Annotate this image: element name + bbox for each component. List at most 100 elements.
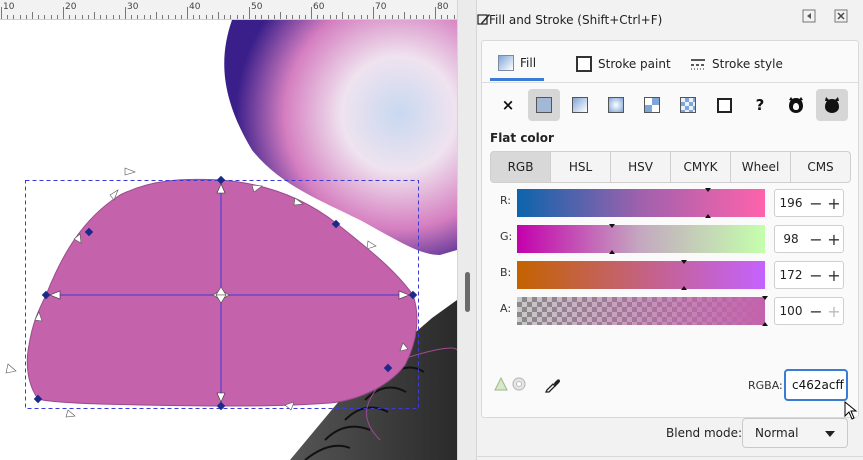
rgba-label: RGBA:: [748, 379, 783, 392]
ruler-tick: [379, 15, 381, 19]
drawing-canvas[interactable]: [0, 20, 457, 460]
ruler-tick: [25, 15, 27, 19]
fill-rule-nonzero-button[interactable]: [816, 89, 848, 121]
spin-value-r[interactable]: 196: [775, 196, 807, 210]
blend-mode-value: Normal: [755, 426, 799, 440]
close-icon[interactable]: [834, 9, 848, 23]
ruler-tick: [199, 15, 201, 19]
radial-gradient-button[interactable]: [600, 89, 632, 121]
increment-r-button[interactable]: +: [825, 190, 843, 216]
spin-a: 100 − +: [774, 297, 844, 325]
slider-marker-a: [762, 296, 768, 300]
spin-value-a[interactable]: 100: [775, 304, 807, 318]
fill-rule-evenodd-button[interactable]: [780, 89, 812, 121]
mode-wheel-button[interactable]: Wheel: [730, 151, 791, 183]
ruler-tick: [292, 15, 294, 19]
ruler-tick: [87, 15, 89, 19]
decrement-a-button[interactable]: −: [807, 298, 825, 324]
swatch-button[interactable]: [708, 89, 740, 121]
slider-track-g[interactable]: [517, 224, 765, 254]
ruler-tick: [242, 15, 244, 19]
ruler-tick: [131, 15, 133, 19]
ruler-tick: [273, 15, 275, 19]
ruler-tick: [38, 15, 40, 19]
flat-color-button[interactable]: [528, 89, 560, 121]
spin-value-g[interactable]: 98: [775, 232, 807, 246]
mode-rgb-button[interactable]: RGB: [490, 151, 551, 183]
ruler-tick: [397, 15, 399, 19]
ruler-tick: [69, 15, 71, 19]
fill-rule-nonzero-icon: [825, 97, 839, 113]
swatch-icon: [716, 97, 732, 113]
scrollbar-thumb[interactable]: [465, 272, 470, 312]
rgba-input[interactable]: c462acff: [784, 369, 848, 401]
flat-color-icon: [536, 97, 552, 113]
spin-r: 196 − +: [774, 189, 844, 217]
ruler-tick: [1, 7, 2, 19]
mode-cmyk-button[interactable]: CMYK: [670, 151, 731, 183]
increment-a-button[interactable]: +: [825, 298, 843, 324]
mesh-gradient-button[interactable]: [672, 89, 704, 121]
ruler-tick: [168, 15, 170, 19]
ruler-tick: [453, 15, 455, 19]
dock-title: Fill and Stroke (Shift+Ctrl+F): [489, 13, 663, 27]
slider-track-a[interactable]: [517, 296, 768, 326]
ruler-tick: [428, 15, 430, 19]
vertical-scrollbar[interactable]: [457, 0, 477, 460]
decrement-b-button[interactable]: −: [807, 262, 825, 288]
ruler-label: 20: [65, 2, 77, 12]
ruler-tick: [236, 15, 238, 19]
blend-row: Blend mode: Normal: [477, 418, 863, 448]
slider-track-b[interactable]: [517, 260, 765, 290]
slider-marker-r: [704, 214, 711, 218]
dock-header: Fill and Stroke (Shift+Ctrl+F): [477, 0, 863, 38]
canvas-area[interactable]: 10 20 30 40 50 60 70 80: [0, 0, 457, 460]
ruler-tick: [317, 15, 319, 19]
stroke-style-icon: [691, 59, 705, 70]
stroke-paint-icon: [576, 56, 592, 72]
ruler-tick: [81, 15, 83, 19]
mode-hsl-button[interactable]: HSL: [550, 151, 611, 183]
unset-paint-glyph: ?: [755, 96, 765, 114]
slider-marker-r: [704, 188, 711, 192]
ruler-label: 60: [313, 2, 325, 12]
dock-left-icon[interactable]: [802, 9, 816, 23]
no-paint-button[interactable]: ×: [492, 89, 524, 121]
tab-fill[interactable]: Fill: [490, 47, 545, 81]
increment-g-button[interactable]: +: [825, 226, 843, 252]
ruler-tick: [416, 15, 418, 19]
ruler-tick: [224, 15, 226, 19]
mesh-gradient-icon: [680, 97, 696, 113]
ruler-tick: [218, 12, 219, 19]
pattern-button[interactable]: [636, 89, 668, 121]
increment-b-button[interactable]: +: [825, 262, 843, 288]
spin-g: 98 − +: [774, 225, 844, 253]
ruler-tick: [267, 15, 269, 19]
ruler-tick: [391, 15, 393, 19]
ruler-tick: [75, 15, 77, 19]
slider-track-r[interactable]: [517, 188, 765, 218]
decrement-g-button[interactable]: −: [807, 226, 825, 252]
decrement-r-button[interactable]: −: [807, 190, 825, 216]
mode-hsv-button[interactable]: HSV: [610, 151, 671, 183]
tab-stroke-style[interactable]: Stroke style: [682, 47, 791, 81]
ruler-label: 10: [3, 2, 15, 12]
tab-stroke-paint[interactable]: Stroke paint: [568, 47, 679, 81]
tabs-divider: [482, 82, 858, 83]
ruler-tick: [205, 15, 207, 19]
unset-paint-button[interactable]: ?: [744, 89, 776, 121]
spin-value-b[interactable]: 172: [775, 268, 807, 282]
mode-cms-button[interactable]: CMS: [790, 151, 851, 183]
tab-label: Stroke style: [712, 57, 783, 71]
ruler-tick: [162, 15, 164, 19]
linear-gradient-button[interactable]: [564, 89, 596, 121]
ruler-tick: [32, 12, 33, 19]
color-mode-selector: RGB HSL HSV CMYK Wheel CMS: [490, 151, 851, 183]
color-picker-icon[interactable]: [544, 375, 562, 393]
color-tools: [492, 375, 572, 397]
fill-rule-evenodd-icon: [789, 97, 803, 113]
blend-mode-select[interactable]: Normal: [742, 418, 848, 448]
divider: [477, 456, 863, 457]
spin-b: 172 − +: [774, 261, 844, 289]
out-of-gamut-icon: [512, 377, 526, 391]
